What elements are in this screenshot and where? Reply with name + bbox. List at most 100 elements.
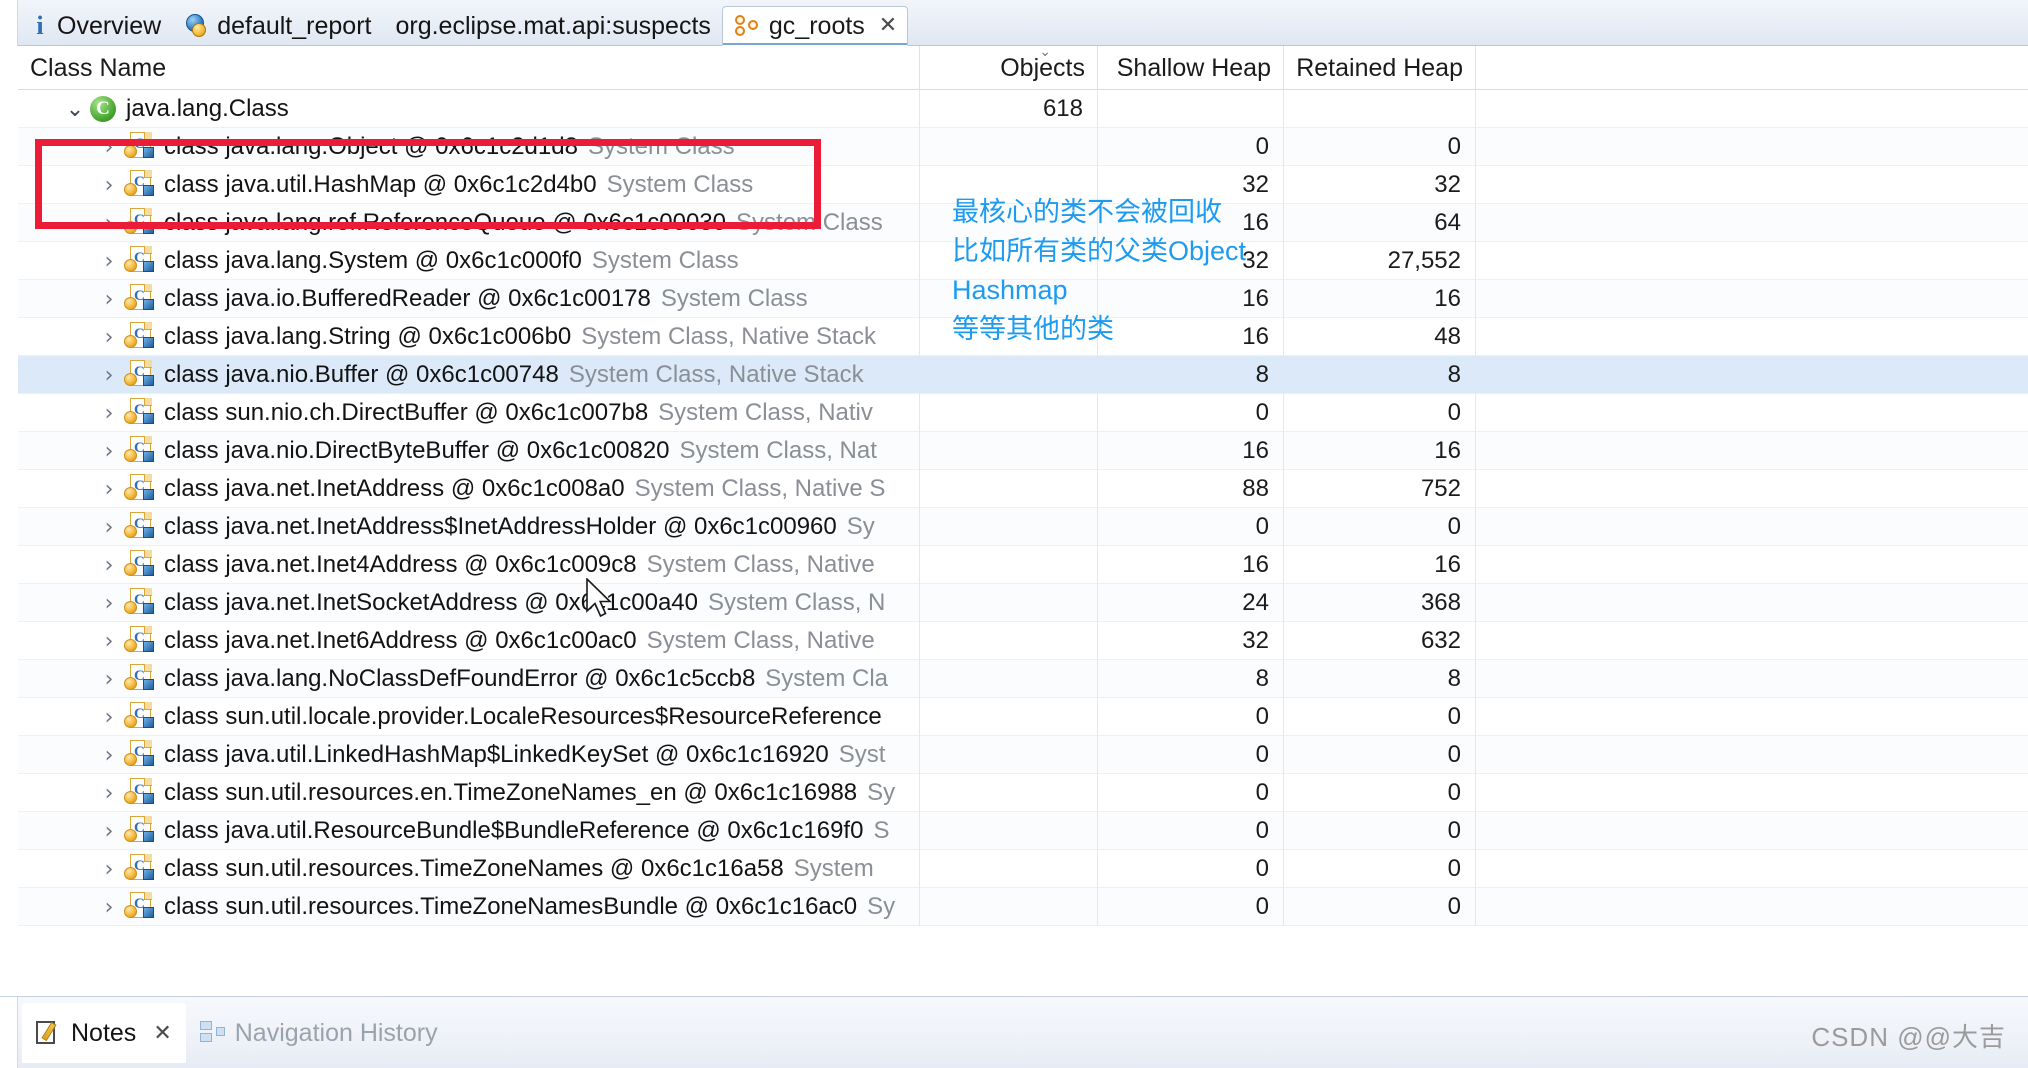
table-row[interactable]: › Cclass java.net.Inet6Address @ 0x6c1c00…: [18, 622, 2028, 660]
class-object-icon: C: [122, 322, 156, 352]
cell-filler: [1476, 888, 2028, 926]
navigation-history-icon: [199, 1021, 226, 1045]
cell-retained-heap: 48: [1284, 318, 1476, 356]
chevron-right-icon[interactable]: ›: [96, 363, 122, 388]
table-row[interactable]: › Cclass java.net.Inet4Address @ 0x6c1c00…: [18, 546, 2028, 584]
chevron-right-icon[interactable]: ›: [96, 249, 122, 274]
chevron-right-icon[interactable]: ›: [96, 667, 122, 692]
cell-shallow-heap: 0: [1098, 394, 1284, 432]
table-row[interactable]: › Cclass sun.util.resources.TimeZoneNames…: [18, 888, 2028, 926]
cell-filler: [1476, 280, 2028, 318]
chevron-right-icon[interactable]: ›: [96, 515, 122, 540]
column-header-shallow-heap[interactable]: Shallow Heap: [1098, 46, 1284, 90]
cell-shallow-heap: 16: [1098, 432, 1284, 470]
table-row[interactable]: › Cclass java.io.BufferedReader @ 0x6c1c0…: [18, 280, 2028, 318]
cell-class-name: › Cclass java.lang.Object @ 0x6c1c2d1d8 Sy…: [18, 128, 920, 166]
table-row[interactable]: › Cclass java.nio.Buffer @ 0x6c1c00748 Sys…: [18, 356, 2028, 394]
sort-chevron-icon: ⌄: [1039, 43, 1051, 59]
chevron-right-icon[interactable]: ›: [96, 781, 122, 806]
bottom-tab-label: Notes: [71, 1018, 137, 1047]
class-name-suffix: System Class, Native: [646, 551, 875, 578]
cell-shallow-heap: 0: [1098, 888, 1284, 926]
chevron-right-icon[interactable]: ›: [96, 743, 122, 768]
cell-objects: [920, 774, 1098, 812]
table-row[interactable]: › Cclass sun.util.resources.TimeZoneNames…: [18, 850, 2028, 888]
editor-tab-org-eclipse-mat-api-suspects[interactable]: org.eclipse.mat.api:suspects: [382, 6, 721, 46]
cell-shallow-heap: 32: [1098, 242, 1284, 280]
table-row[interactable]: › Cclass sun.util.resources.en.TimeZoneNa…: [18, 774, 2028, 812]
bottom-tab-navigation-history[interactable]: Navigation History: [186, 1003, 452, 1063]
table-row[interactable]: › Cclass java.lang.NoClassDefFoundError @…: [18, 660, 2028, 698]
cell-retained-heap: 368: [1284, 584, 1476, 622]
class-object-icon: C: [122, 398, 156, 428]
cell-class-name: › Cclass java.util.ResourceBundle$BundleR…: [18, 812, 920, 850]
chevron-right-icon[interactable]: ›: [96, 477, 122, 502]
cell-shallow-heap: 8: [1098, 660, 1284, 698]
cell-objects: [920, 432, 1098, 470]
class-name-suffix: System Class: [587, 133, 735, 160]
cell-shallow-heap: 16: [1098, 280, 1284, 318]
close-icon[interactable]: ✕: [879, 15, 897, 37]
chevron-right-icon[interactable]: ›: [96, 173, 122, 198]
column-header-class-name[interactable]: Class Name: [18, 46, 920, 90]
table-row[interactable]: › Cclass java.util.ResourceBundle$BundleR…: [18, 812, 2028, 850]
chevron-right-icon[interactable]: ›: [96, 591, 122, 616]
chevron-right-icon[interactable]: ›: [96, 439, 122, 464]
bottom-view-tab-bar: Notes ✕ Navigation History: [0, 996, 2028, 1068]
column-header-objects[interactable]: ⌄ Objects: [920, 43, 1098, 90]
table-row[interactable]: › Cclass java.net.InetSocketAddress @ 0x6…: [18, 584, 2028, 622]
chevron-right-icon[interactable]: ›: [96, 553, 122, 578]
cell-objects: [920, 508, 1098, 546]
cell-shallow-heap: 0: [1098, 736, 1284, 774]
class-name-text: class java.net.InetAddress @ 0x6c1c008a0: [164, 475, 625, 502]
info-icon: i: [36, 11, 44, 40]
table-row[interactable]: › Cclass java.net.InetAddress @ 0x6c1c008…: [18, 470, 2028, 508]
editor-tab-overview[interactable]: i Overview: [18, 6, 172, 46]
class-object-icon: C: [122, 892, 156, 922]
cell-objects: [920, 318, 1098, 356]
chevron-right-icon[interactable]: ›: [96, 895, 122, 920]
cell-filler: [1476, 394, 2028, 432]
cell-retained-heap: 0: [1284, 888, 1476, 926]
cell-filler: [1476, 508, 2028, 546]
bottom-tab-notes[interactable]: Notes ✕: [22, 1003, 186, 1063]
table-row[interactable]: ⌄ Cjava.lang.Class 618: [18, 90, 2028, 128]
cell-shallow-heap: 16: [1098, 546, 1284, 584]
chevron-right-icon[interactable]: ›: [96, 705, 122, 730]
table-row[interactable]: › Cclass sun.nio.ch.DirectBuffer @ 0x6c1c…: [18, 394, 2028, 432]
column-header-retained-heap[interactable]: Retained Heap: [1284, 46, 1476, 90]
watermark: CSDN @@大吉: [1811, 1022, 2006, 1052]
table-row[interactable]: › Cclass java.util.LinkedHashMap$LinkedKe…: [18, 736, 2028, 774]
class-name-text: class sun.util.locale.provider.LocaleRes…: [164, 703, 882, 730]
table-row[interactable]: › Cclass java.net.InetAddress$InetAddress…: [18, 508, 2028, 546]
table-row[interactable]: › Cclass java.lang.String @ 0x6c1c006b0 Sy…: [18, 318, 2028, 356]
chevron-right-icon[interactable]: ›: [96, 629, 122, 654]
table-row[interactable]: › Cclass java.util.HashMap @ 0x6c1c2d4b0 S…: [18, 166, 2028, 204]
class-object-icon: C: [122, 170, 156, 200]
chevron-down-icon[interactable]: ⌄: [62, 97, 88, 122]
cell-class-name: › Cclass java.net.InetAddress @ 0x6c1c008…: [18, 470, 920, 508]
table-row[interactable]: › Cclass java.lang.System @ 0x6c1c000f0 Sy…: [18, 242, 2028, 280]
cell-retained-heap: 632: [1284, 622, 1476, 660]
chevron-right-icon[interactable]: ›: [96, 401, 122, 426]
table-row[interactable]: › Cclass java.lang.Object @ 0x6c1c2d1d8 Sy…: [18, 128, 2028, 166]
column-header-filler: [1476, 46, 2028, 90]
chevron-right-icon[interactable]: ›: [96, 135, 122, 160]
close-icon[interactable]: ✕: [153, 1021, 171, 1046]
cell-class-name: › Cclass java.net.Inet4Address @ 0x6c1c00…: [18, 546, 920, 584]
chevron-right-icon[interactable]: ›: [96, 857, 122, 882]
class-name-suffix: System Class, N: [708, 589, 886, 616]
cell-retained-heap: 0: [1284, 508, 1476, 546]
editor-tab-label: Overview: [57, 11, 162, 40]
chevron-right-icon[interactable]: ›: [96, 819, 122, 844]
chevron-right-icon[interactable]: ›: [96, 325, 122, 350]
editor-tab-gc-roots[interactable]: gc_roots ✕: [721, 6, 909, 46]
table-row[interactable]: › Cclass sun.util.locale.provider.LocaleR…: [18, 698, 2028, 736]
table-row[interactable]: › Cclass java.lang.ref.ReferenceQueue @ 0…: [18, 204, 2028, 242]
editor-tab-default-report[interactable]: default_report: [172, 6, 382, 46]
chevron-right-icon[interactable]: ›: [96, 211, 122, 236]
class-name-text: java.lang.Class: [126, 95, 289, 122]
table-row[interactable]: › Cclass java.nio.DirectByteBuffer @ 0x6c…: [18, 432, 2028, 470]
class-name-suffix: System Class, Native S: [634, 475, 886, 502]
chevron-right-icon[interactable]: ›: [96, 287, 122, 312]
